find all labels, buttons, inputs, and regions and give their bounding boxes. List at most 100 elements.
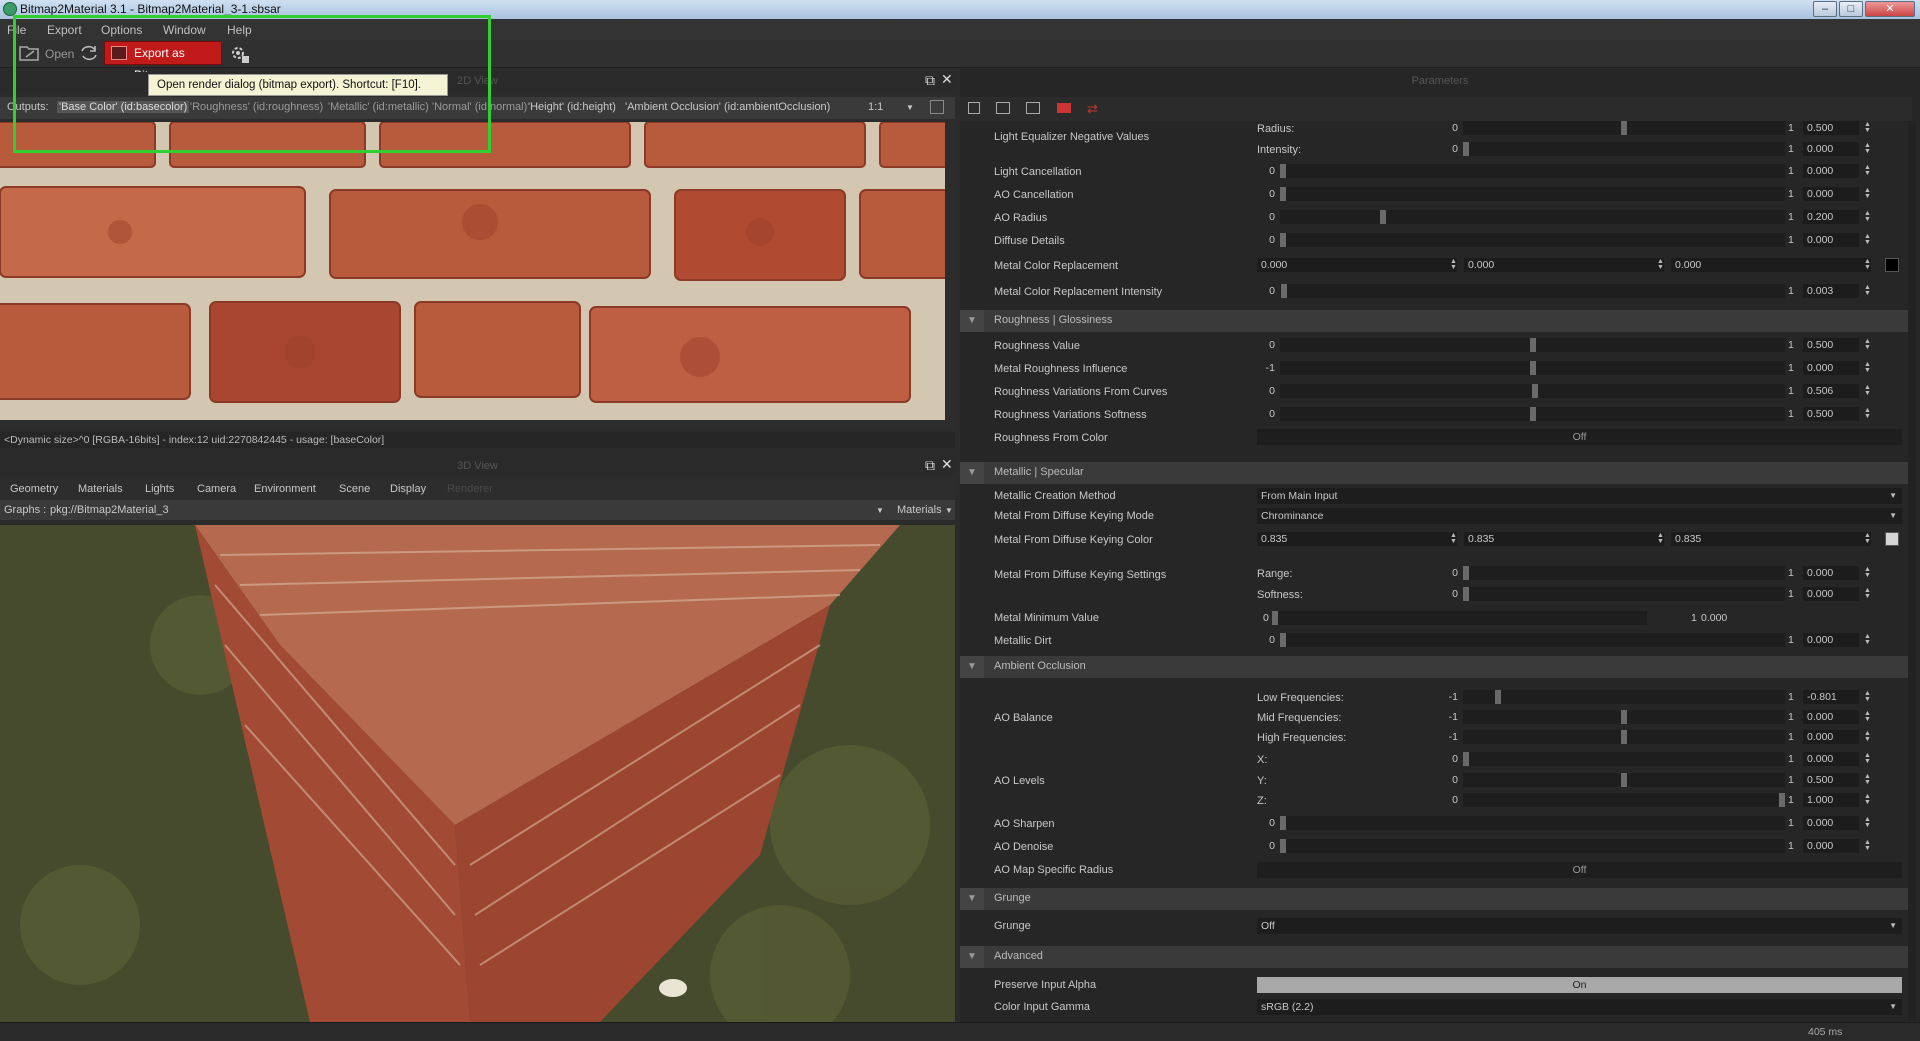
le-radius-value[interactable]: 0.500 bbox=[1803, 121, 1859, 135]
diffuse-details-slider-handle[interactable] bbox=[1280, 233, 1286, 247]
ao-level-z-slider-track[interactable] bbox=[1463, 793, 1785, 807]
ao-level-y-value[interactable]: 0.500 bbox=[1803, 773, 1859, 787]
grunge-section[interactable]: ▼ Grunge bbox=[960, 888, 1908, 910]
ao-sharpen-slider-track[interactable] bbox=[1280, 816, 1785, 830]
roughness-collapse-icon[interactable]: ▼ bbox=[960, 310, 984, 332]
ao-mid-freq-slider-handle[interactable] bbox=[1621, 710, 1627, 724]
advanced-collapse-icon[interactable]: ▼ bbox=[960, 946, 984, 968]
metal-minimum-slider-handle[interactable] bbox=[1272, 611, 1278, 625]
materials-select[interactable]: Materials bbox=[897, 504, 942, 516]
zoom-dropdown-icon[interactable]: ▼ bbox=[906, 103, 914, 112]
tab-lights[interactable]: Lights bbox=[145, 483, 174, 495]
metal-roughness-influence-spin-icon[interactable]: ▲ ▼ bbox=[1864, 361, 1871, 374]
tab-renderer[interactable]: Renderer bbox=[447, 483, 493, 495]
ao-level-x-value[interactable]: 0.000 bbox=[1803, 752, 1859, 766]
diffuse-details-value[interactable]: 0.000 bbox=[1803, 233, 1859, 247]
metal-color-replacement-intensity-slider-handle[interactable] bbox=[1281, 284, 1287, 298]
minimize-button[interactable]: – bbox=[1813, 1, 1837, 17]
le-intensity-spin-icon[interactable]: ▲ ▼ bbox=[1864, 142, 1871, 155]
ao-radius-spin-icon[interactable]: ▲ ▼ bbox=[1864, 210, 1871, 223]
roughness-variations-softness-value[interactable]: 0.500 bbox=[1803, 407, 1859, 421]
close-3d-view-icon[interactable]: ✕ bbox=[941, 456, 953, 473]
ao-level-z-value[interactable]: 1.000 bbox=[1803, 793, 1859, 807]
keying-softness-slider-track[interactable] bbox=[1463, 587, 1785, 601]
view-options-icon[interactable] bbox=[930, 100, 944, 114]
output-height[interactable]: 'Height' (id:height) bbox=[528, 101, 616, 113]
diffuse-details-spin-icon[interactable]: ▲ ▼ bbox=[1864, 233, 1871, 246]
tab-scene[interactable]: Scene bbox=[339, 483, 370, 495]
parameters-scrollbar[interactable] bbox=[1908, 121, 1916, 1021]
ao-denoise-slider-handle[interactable] bbox=[1280, 839, 1286, 853]
output-ambient-occlusion[interactable]: 'Ambient Occlusion' (id:ambientOcclusion… bbox=[625, 101, 830, 113]
keying-range-value[interactable]: 0.000 bbox=[1803, 566, 1859, 580]
roughness-section[interactable]: ▼ Roughness | Glossiness bbox=[960, 310, 1908, 332]
ao-sharpen-slider-handle[interactable] bbox=[1280, 816, 1286, 830]
le-intensity-slider-handle[interactable] bbox=[1463, 142, 1469, 156]
metallic-dirt-value[interactable]: 0.000 bbox=[1803, 633, 1859, 647]
ao-level-y-slider-handle[interactable] bbox=[1621, 773, 1627, 787]
grunge-collapse-icon[interactable]: ▼ bbox=[960, 888, 984, 910]
reset-icon[interactable]: ⇄ bbox=[1087, 101, 1098, 117]
metal-color-replacement-swatch[interactable] bbox=[1885, 258, 1899, 272]
ao-level-x-spin-icon[interactable]: ▲ ▼ bbox=[1864, 752, 1871, 765]
le-intensity-value[interactable]: 0.000 bbox=[1803, 142, 1859, 156]
roughness-from-color-toggle[interactable]: Off bbox=[1257, 429, 1902, 445]
metal-color-replacement-channel-2[interactable]: 0.000 bbox=[1671, 258, 1871, 272]
ao-radius-value[interactable]: 0.200 bbox=[1803, 210, 1859, 224]
metallic-dirt-spin-icon[interactable]: ▲ ▼ bbox=[1864, 633, 1871, 646]
le-radius-spin-icon[interactable]: ▲ ▼ bbox=[1864, 121, 1871, 134]
ao-low-freq-slider-track[interactable] bbox=[1463, 690, 1785, 704]
ao-high-freq-slider-handle[interactable] bbox=[1621, 730, 1627, 744]
diffuse-details-slider-track[interactable] bbox=[1280, 233, 1785, 247]
tab-geometry[interactable]: Geometry bbox=[10, 483, 58, 495]
metallic-dirt-slider-track[interactable] bbox=[1280, 633, 1785, 647]
ao-high-freq-spin-icon[interactable]: ▲ ▼ bbox=[1864, 730, 1871, 743]
ao-low-freq-value[interactable]: -0.801 bbox=[1803, 690, 1859, 704]
tab-environment[interactable]: Environment bbox=[254, 483, 316, 495]
color-input-gamma-dropdown[interactable]: sRGB (2.2) ▼ bbox=[1257, 999, 1902, 1015]
ao-map-specific-radius-toggle[interactable]: Off bbox=[1257, 862, 1902, 878]
metal-roughness-influence-value[interactable]: 0.000 bbox=[1803, 361, 1859, 375]
keying-range-spin-icon[interactable]: ▲ ▼ bbox=[1864, 566, 1871, 579]
metal-keying-color-channel-1[interactable]: 0.835 bbox=[1464, 532, 1664, 546]
flag-icon[interactable] bbox=[1057, 103, 1071, 113]
grunge-dropdown[interactable]: Off ▼ bbox=[1257, 918, 1902, 934]
light-cancellation-slider-handle[interactable] bbox=[1280, 164, 1286, 178]
ao-radius-slider-handle[interactable] bbox=[1380, 210, 1386, 224]
lock-icon[interactable] bbox=[968, 102, 980, 114]
metal-color-replacement-channel-spin-icon[interactable]: ▲ ▼ bbox=[1450, 258, 1457, 271]
metal-color-replacement-channel-spin-icon[interactable]: ▲ ▼ bbox=[1657, 258, 1664, 271]
ao-low-freq-spin-icon[interactable]: ▲ ▼ bbox=[1864, 690, 1871, 703]
3d-view-canvas[interactable] bbox=[0, 525, 955, 1022]
float-panel-icon[interactable]: ⧉ bbox=[925, 72, 935, 89]
roughness-value-slider-handle[interactable] bbox=[1530, 338, 1536, 352]
ao-level-x-slider-handle[interactable] bbox=[1463, 752, 1469, 766]
metal-roughness-influence-slider-handle[interactable] bbox=[1530, 361, 1536, 375]
ao-sharpen-spin-icon[interactable]: ▲ ▼ bbox=[1864, 816, 1871, 829]
tab-display[interactable]: Display bbox=[390, 483, 426, 495]
light-cancellation-slider-track[interactable] bbox=[1280, 164, 1785, 178]
ao-high-freq-value[interactable]: 0.000 bbox=[1803, 730, 1859, 744]
metal-keying-color-channel-spin-icon[interactable]: ▲ ▼ bbox=[1450, 532, 1457, 545]
preserve-input-alpha-toggle[interactable]: On bbox=[1257, 977, 1902, 993]
ao-cancellation-slider-track[interactable] bbox=[1280, 187, 1785, 201]
le-intensity-slider-track[interactable] bbox=[1463, 142, 1785, 156]
ambient-occlusion-section[interactable]: ▼ Ambient Occlusion bbox=[960, 656, 1908, 678]
metallic-dirt-slider-handle[interactable] bbox=[1280, 633, 1286, 647]
metal-keying-color-channel-2[interactable]: 0.835 bbox=[1671, 532, 1871, 546]
metal-color-replacement-intensity-spin-icon[interactable]: ▲ ▼ bbox=[1864, 284, 1871, 297]
import-preset-icon[interactable] bbox=[1026, 102, 1040, 114]
roughness-variations-curves-value[interactable]: 0.506 bbox=[1803, 384, 1859, 398]
ao-level-x-slider-track[interactable] bbox=[1463, 752, 1785, 766]
metal-keying-mode-dropdown[interactable]: Chrominance ▼ bbox=[1257, 508, 1902, 524]
ao-mid-freq-spin-icon[interactable]: ▲ ▼ bbox=[1864, 710, 1871, 723]
ao-mid-freq-value[interactable]: 0.000 bbox=[1803, 710, 1859, 724]
ao-denoise-slider-track[interactable] bbox=[1280, 839, 1785, 853]
metal-color-replacement-channel-spin-icon[interactable]: ▲ ▼ bbox=[1864, 258, 1871, 271]
metal-keying-color-channel-spin-icon[interactable]: ▲ ▼ bbox=[1864, 532, 1871, 545]
light-cancellation-spin-icon[interactable]: ▲ ▼ bbox=[1864, 164, 1871, 177]
metal-color-replacement-intensity-slider-track[interactable] bbox=[1280, 284, 1785, 298]
graphs-dropdown-icon[interactable]: ▼ bbox=[876, 506, 884, 515]
ao-cancellation-value[interactable]: 0.000 bbox=[1803, 187, 1859, 201]
keying-softness-slider-handle[interactable] bbox=[1463, 587, 1469, 601]
